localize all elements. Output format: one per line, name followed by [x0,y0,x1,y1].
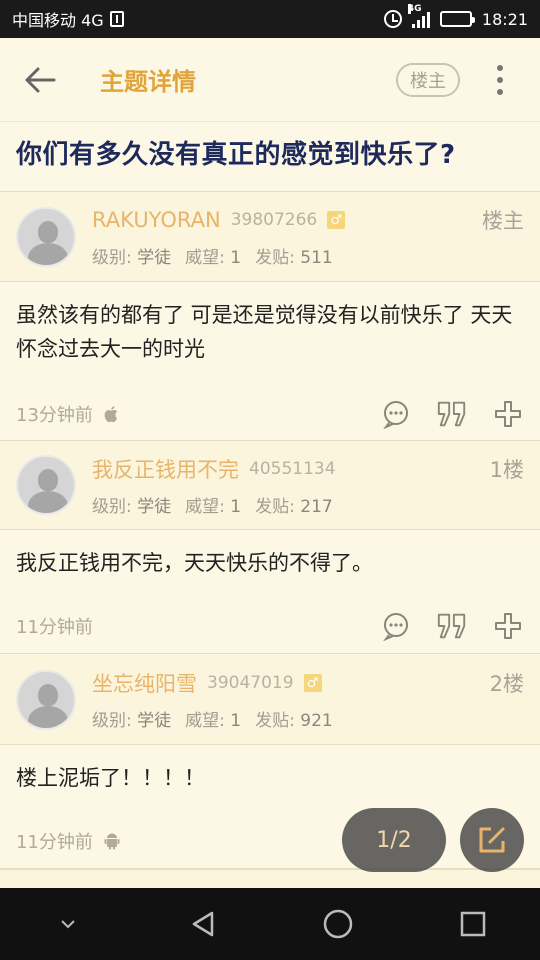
post-time: 11分钟前 [16,616,93,638]
post-footer: 11分钟前 [0,598,540,654]
post-content: 虽然该有的都有了 可是还是觉得没有以前快乐了 天天怀念过去大一的时光 [0,282,540,386]
user-stats: 级别: 学徒 威望: 1 发贴: 511 [92,243,524,268]
avatar[interactable] [16,669,76,730]
post-author-row: RAKUYORAN 39807266 ♂ 楼主 级别: 学徒 威望: 1 发贴:… [0,192,540,282]
post-footer: 13分钟前 [0,386,540,442]
post-item: RAKUYORAN 39807266 ♂ 楼主 级别: 学徒 威望: 1 发贴:… [0,192,540,442]
nav-collapse-button[interactable] [28,888,108,960]
level-label: 级别: [92,711,132,731]
prestige-value: 1 [230,711,242,731]
only-owner-button[interactable]: 楼主 [396,62,460,97]
avatar[interactable] [16,206,76,267]
clock: 18:21 [481,9,528,29]
back-button[interactable] [0,38,80,122]
network-tag: 4G [407,4,422,14]
more-menu-icon[interactable] [460,38,540,122]
alarm-icon [383,10,402,28]
prestige-value: 1 [230,248,242,268]
back-triangle-icon [192,911,213,937]
chevron-down-icon [60,920,75,929]
username[interactable]: RAKUYORAN [92,208,221,232]
quote-icon[interactable] [436,610,468,642]
post-item: 坐忘纯阳雪 39047019 ♂ 2楼 级别: 学徒 威望: 1 发贴: 921… [0,655,540,889]
system-nav-bar [0,888,540,960]
recents-square-icon [460,911,485,937]
user-stats: 级别: 学徒 威望: 1 发贴: 921 [92,706,524,731]
nav-back-button[interactable] [163,888,243,960]
android-icon [104,833,120,849]
apple-icon [104,406,118,423]
male-icon: ♂ [303,674,322,692]
post-footer: 11分钟前 [0,813,540,869]
posts-label: 发贴: [255,496,295,517]
posts-label: 发贴: [255,711,295,731]
post-item: 我反正钱用不完 40551134 1楼 级别: 学徒 威望: 1 发贴: 217… [0,440,540,654]
comment-icon[interactable] [380,610,412,642]
prestige-value: 1 [230,496,242,517]
topic-title: 你们有多久没有真正的感觉到快乐了? [16,140,456,170]
post-time: 11分钟前 [16,831,93,853]
username[interactable]: 坐忘纯阳雪 [92,668,197,698]
prestige-label: 威望: [185,711,225,731]
male-icon: ♂ [327,211,346,229]
home-circle-icon [323,909,352,939]
add-icon[interactable] [492,398,524,430]
post-author-row: 坐忘纯阳雪 39047019 ♂ 2楼 级别: 学徒 威望: 1 发贴: 921 [0,655,540,745]
next-post-peek [0,869,540,889]
level-value: 学徒 [137,711,172,731]
username[interactable]: 我反正钱用不完 [92,454,239,484]
posts-label: 发贴: [255,248,295,268]
floor-label: 1楼 [489,457,524,482]
user-id: 39047019 [207,673,294,693]
avatar[interactable] [16,455,76,515]
user-id: 40551134 [249,458,336,479]
add-icon[interactable] [492,610,524,642]
post-author-row: 我反正钱用不完 40551134 1楼 级别: 学徒 威望: 1 发贴: 217 [0,440,540,530]
comment-icon[interactable] [380,398,412,430]
prestige-label: 威望: [185,248,225,268]
carrier-label: 中国移动 4G [12,11,104,30]
posts-value: 921 [300,711,333,731]
signal-icon: 4G [407,4,430,28]
posts-value: 217 [300,496,333,517]
floor-label: 2楼 [489,672,524,696]
app-header: 主题详情 楼主 [0,38,540,122]
user-stats: 级别: 学徒 威望: 1 发贴: 217 [92,492,524,517]
nav-home-button[interactable] [298,888,378,960]
back-arrow-icon [25,67,56,92]
posts-value: 511 [300,248,333,268]
level-label: 级别: [92,496,132,517]
status-bar: 中国移动 4G 4G 18:21 [0,0,540,38]
post-time: 13分钟前 [16,405,93,426]
floor-label: 楼主 [482,209,524,233]
sim-icon [109,11,124,27]
compose-button[interactable] [460,808,524,872]
level-value: 学徒 [137,496,172,517]
battery-icon [439,11,475,27]
topic-header: 你们有多久没有真正的感觉到快乐了? [0,122,540,192]
nav-recents-button[interactable] [433,888,513,960]
prestige-label: 威望: [185,496,225,517]
user-id: 39807266 [230,210,318,230]
quote-icon[interactable] [436,398,468,430]
page-title: 主题详情 [100,68,196,96]
edit-icon [479,827,505,853]
level-label: 级别: [92,248,132,268]
post-content: 我反正钱用不完，天天快乐的不得了。 [0,530,540,598]
page-indicator-button[interactable]: 1/2 [342,808,446,872]
level-value: 学徒 [137,248,172,268]
post-content: 楼上泥垢了！！！！ [0,745,540,813]
